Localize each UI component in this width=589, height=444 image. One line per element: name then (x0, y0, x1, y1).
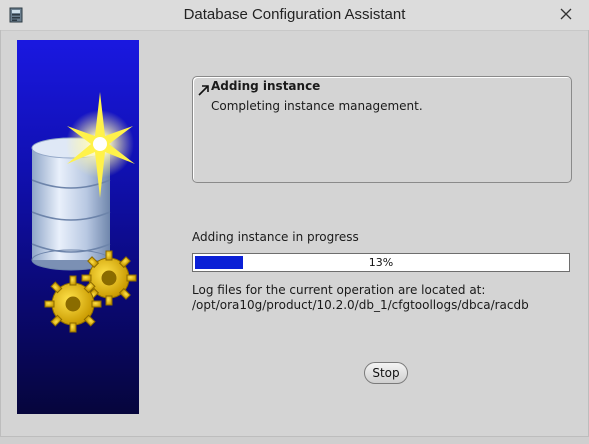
log-info-label: Log files for the current operation are … (192, 283, 486, 297)
progress-label: Adding instance in progress (192, 230, 359, 244)
log-file-path: /opt/ora10g/product/10.2.0/db_1/cfgtooll… (192, 298, 529, 312)
stop-button[interactable]: Stop (364, 362, 408, 384)
progress-bar: 13% (192, 253, 570, 272)
window-title: Database Configuration Assistant (183, 6, 406, 23)
title-bar: Database Configuration Assistant (0, 0, 589, 31)
wizard-illustration (17, 40, 139, 414)
current-step-detail: Completing instance management. (211, 99, 423, 113)
close-button[interactable] (552, 3, 580, 25)
progress-percent: 13% (368, 256, 394, 269)
current-step-heading: Adding instance (211, 79, 321, 93)
close-icon (560, 5, 572, 24)
current-step-arrow-icon (198, 81, 210, 96)
